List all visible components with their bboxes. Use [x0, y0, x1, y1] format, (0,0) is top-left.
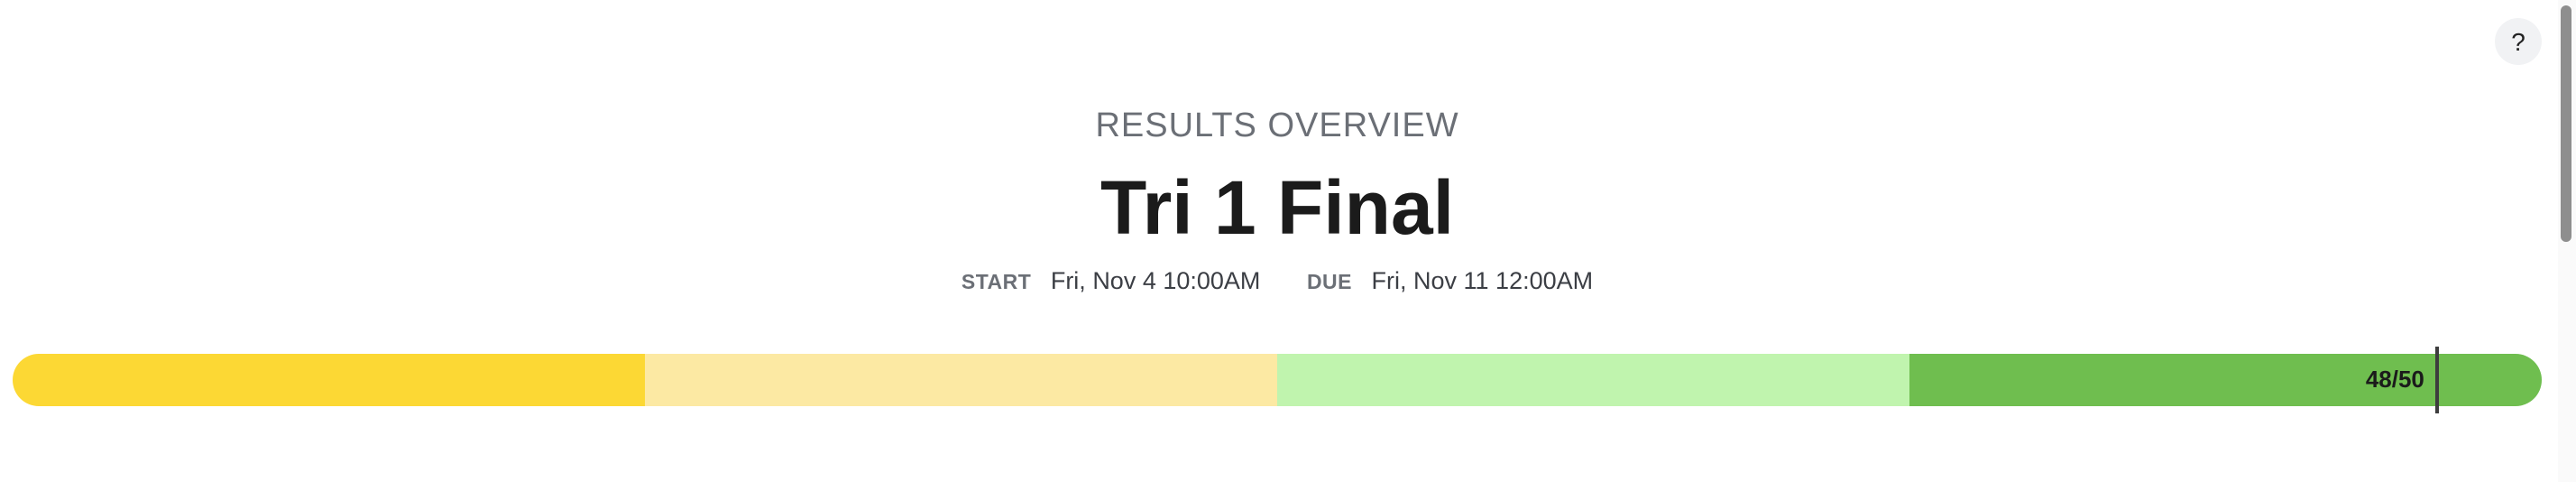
- due-date: DUE Fri, Nov 11 12:00AM: [1307, 267, 1593, 295]
- due-date-label: DUE: [1306, 270, 1352, 293]
- progress-segment-3: [1277, 354, 1909, 406]
- score-progress-bar: [13, 354, 2542, 406]
- due-date-value: Fri, Nov 11 12:00AM: [1371, 267, 1594, 294]
- scrollbar-thumb[interactable]: [2561, 5, 2571, 242]
- start-date: START Fri, Nov 4 10:00AM: [961, 267, 1261, 295]
- results-overview-heading: RESULTS OVERVIEW: [1095, 107, 1459, 144]
- progress-segment-2: [645, 354, 1277, 406]
- start-date-label: START: [961, 270, 1032, 293]
- progress-segment-1: [13, 354, 645, 406]
- score-label: 48/50: [2365, 366, 2424, 393]
- score-marker: [2434, 347, 2439, 413]
- results-page: ? RESULTS OVERVIEW Tri 1 Final START Fri…: [0, 0, 2576, 482]
- assessment-title: Tri 1 Final: [1099, 165, 1455, 250]
- start-date-value: Fri, Nov 4 10:00AM: [1050, 267, 1261, 294]
- progress-segment-4: [1909, 354, 2542, 406]
- help-icon: ?: [2511, 28, 2525, 56]
- date-row: START Fri, Nov 4 10:00AM DUE Fri, Nov 11…: [0, 267, 2554, 295]
- help-button[interactable]: ?: [2495, 18, 2542, 65]
